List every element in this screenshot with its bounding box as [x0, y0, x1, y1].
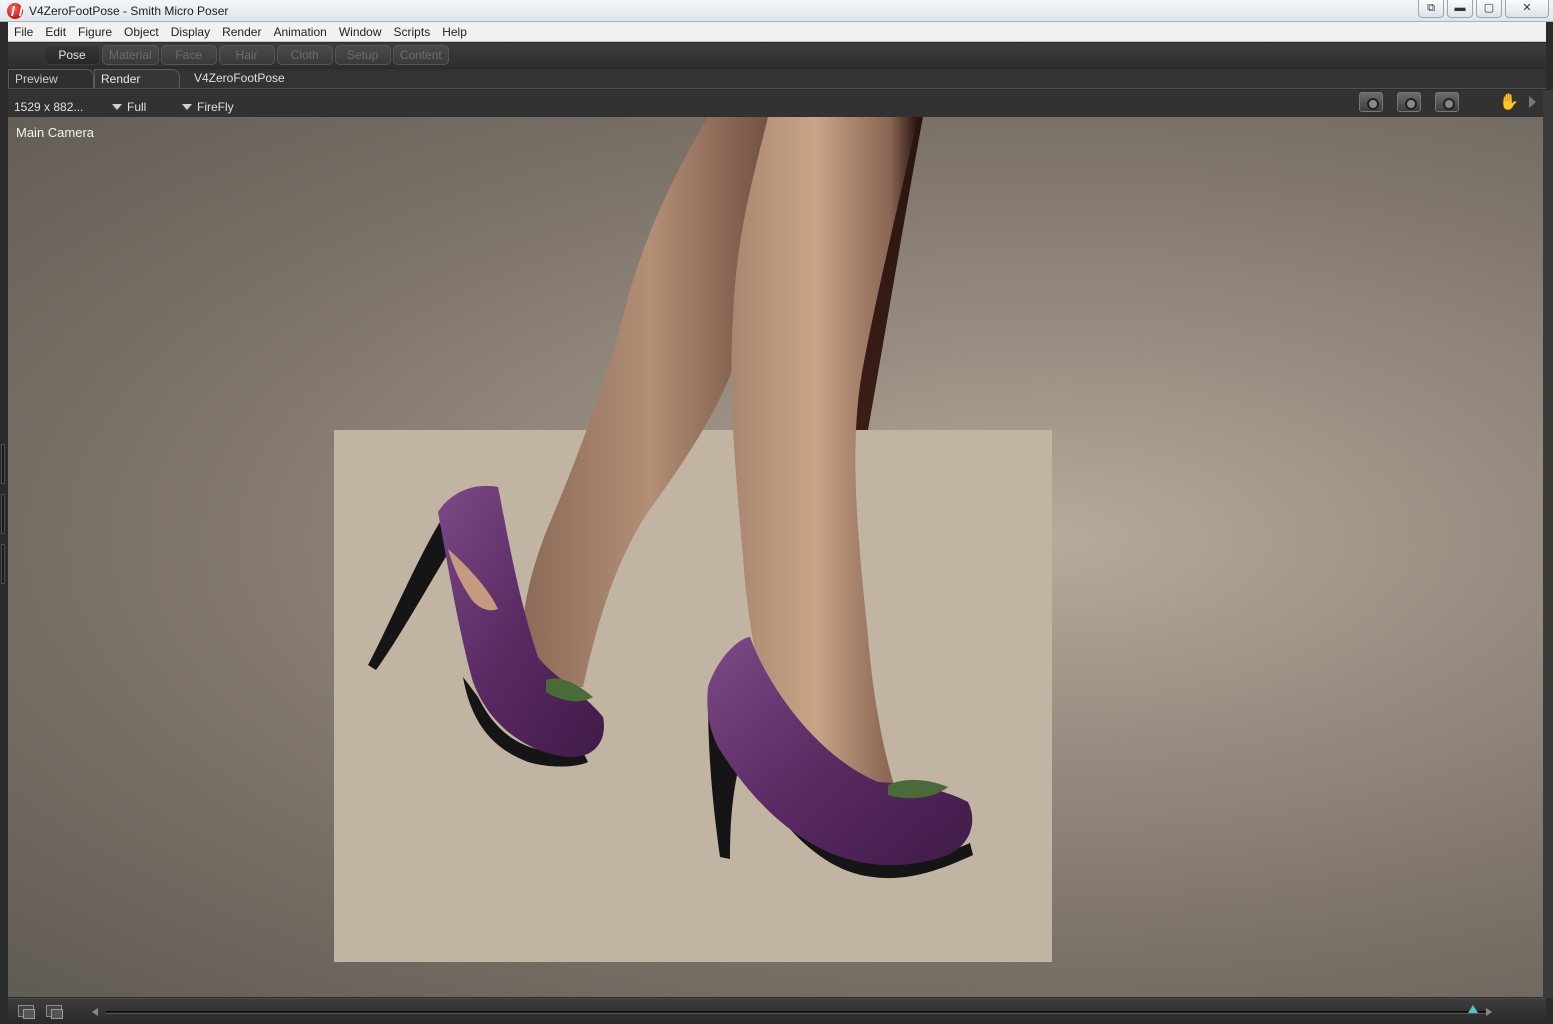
camera-label: Main Camera	[16, 125, 95, 140]
rendered-scene	[368, 117, 973, 879]
layout-icon[interactable]	[46, 1005, 63, 1019]
window-controls: ⧉ ▬ ▢ ✕	[1415, 0, 1549, 18]
tab-setup[interactable]: Setup	[334, 45, 391, 65]
maximize-button[interactable]: ▢	[1476, 0, 1502, 18]
document-name: V4ZeroFootPose	[194, 71, 285, 85]
menu-object[interactable]: Object	[118, 25, 165, 39]
menu-help[interactable]: Help	[436, 25, 473, 39]
menu-figure[interactable]: Figure	[72, 25, 118, 39]
document-tabs: Preview Render V4ZeroFootPose	[8, 69, 1546, 89]
room-tabs: Pose Material Face Hair Cloth Setup Cont…	[8, 43, 1546, 67]
title-bar: V4ZeroFootPose - Smith Micro Poser ⧉ ▬ ▢…	[0, 0, 1553, 22]
quality-dropdown[interactable]: Full	[112, 100, 182, 114]
poser-app-icon	[7, 2, 23, 19]
menu-animation[interactable]: Animation	[267, 25, 332, 39]
chevron-down-icon	[182, 103, 192, 110]
menu-display[interactable]: Display	[165, 25, 216, 39]
layout-icon[interactable]	[18, 1005, 35, 1019]
minimize-button[interactable]: ▬	[1447, 0, 1473, 18]
menu-bar: File Edit Figure Object Display Render A…	[8, 22, 1546, 42]
timeline-right-arrow-icon[interactable]	[1486, 1008, 1492, 1016]
render-settings-icon[interactable]	[1435, 92, 1460, 112]
panel-grip[interactable]	[1, 494, 5, 534]
menu-edit[interactable]: Edit	[39, 25, 72, 39]
tab-face[interactable]: Face	[160, 45, 217, 65]
timeline-handle[interactable]	[1468, 1005, 1478, 1013]
tab-hair[interactable]: Hair	[218, 45, 275, 65]
chevron-down-icon	[112, 103, 122, 110]
right-panel-edge	[1543, 90, 1553, 998]
panel-grip[interactable]	[1, 444, 5, 484]
close-button[interactable]: ✕	[1505, 0, 1549, 18]
tab-pose[interactable]: Pose	[44, 45, 100, 65]
menu-render[interactable]: Render	[216, 25, 267, 39]
tab-cloth[interactable]: Cloth	[276, 45, 333, 65]
window-title: V4ZeroFootPose - Smith Micro Poser	[29, 3, 229, 18]
render-camera-icon[interactable]	[1359, 92, 1384, 112]
tab-preview[interactable]: Preview	[8, 69, 94, 88]
render-resolution[interactable]: 1529 x 882...	[14, 100, 112, 114]
menu-scripts[interactable]: Scripts	[388, 25, 437, 39]
render-tool-icons: ✋	[1345, 92, 1536, 112]
menu-file[interactable]: File	[8, 25, 39, 39]
menu-window[interactable]: Window	[333, 25, 388, 39]
area-render-icon[interactable]	[1397, 92, 1422, 112]
quality-value: Full	[127, 99, 147, 114]
render-toolbar: 1529 x 882... Full FireFly ✋	[8, 90, 1546, 117]
hand-icon[interactable]: ✋	[1499, 92, 1519, 112]
tab-render[interactable]: Render	[94, 69, 180, 88]
left-panel-edge	[0, 90, 8, 998]
render-viewport[interactable]: Main Camera	[8, 117, 1543, 997]
timeline-left-arrow-icon[interactable]	[92, 1008, 98, 1016]
panel-grip[interactable]	[1, 544, 5, 584]
timeline-slider[interactable]	[106, 1011, 1486, 1014]
tab-material[interactable]: Material	[102, 45, 159, 65]
renderer-value: FireFly	[197, 99, 234, 114]
play-arrow-icon[interactable]	[1529, 96, 1536, 108]
restore-icon[interactable]: ⧉	[1418, 0, 1444, 18]
status-bar	[8, 998, 1546, 1024]
tab-content[interactable]: Content	[392, 45, 449, 65]
renderer-dropdown[interactable]: FireFly	[182, 100, 234, 114]
